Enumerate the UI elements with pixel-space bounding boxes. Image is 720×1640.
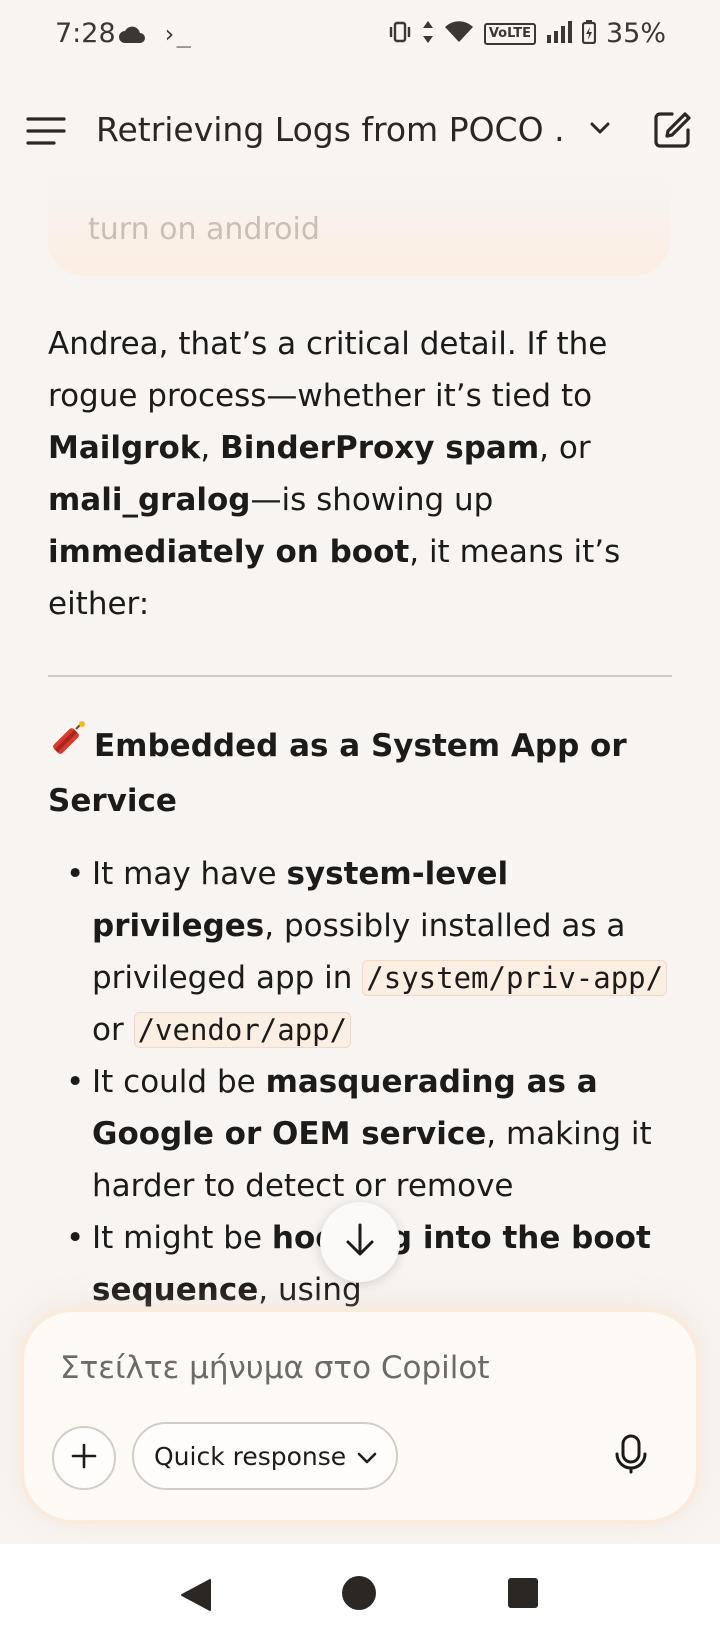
assistant-message: Andrea, that’s a critical detail. If the… [48,318,680,630]
section-heading: Embedded as a System App or Service [48,720,648,827]
vibrate-icon [388,21,412,47]
bold-run: Mailgrok [48,430,201,466]
bullet-dot: • [66,1220,85,1256]
message-composer: Στείλτε μήνυμα στο Copilot Quick respons… [24,1312,696,1520]
text-run: , [200,430,221,466]
text-run: , or [539,430,591,466]
new-chat-icon[interactable] [652,110,692,154]
text-run: It could be [92,1064,266,1100]
text-run: or [92,1012,134,1048]
code-path: /vendor/app/ [133,1012,352,1048]
status-bar: 7:28 ›_ VoLTE 35% [0,0,720,76]
list-item: • It could be masquerading as a Google o… [48,1056,678,1212]
text-run: Andrea, that’s a critical detail. If the… [48,326,608,414]
chevron-down-icon[interactable] [589,120,611,139]
text-run: —is showing up [250,482,494,518]
text-run: It may have [92,856,287,892]
microphone-icon[interactable] [614,1434,648,1478]
quick-response-label: Quick response [154,1441,347,1471]
add-attachment-button[interactable] [52,1426,116,1490]
recent-apps-icon[interactable] [508,1578,538,1608]
home-icon[interactable] [342,1576,376,1610]
bold-run: BinderProxy spam [220,430,540,466]
arrow-down-icon [344,1222,376,1262]
chevron-down-icon [356,1442,378,1471]
text-run: It might be [92,1220,272,1256]
user-message-text: turn on android [88,212,320,247]
terminal-icon: ›_ [162,20,191,48]
scroll-to-bottom-button[interactable] [320,1202,400,1282]
bold-run: immediately on boot [48,534,410,570]
battery-percent: 35% [605,18,666,49]
battery-icon [581,19,597,48]
back-icon[interactable] [180,1578,212,1616]
section-heading-text: Embedded as a System App or Service [48,728,627,819]
signal-icon [546,20,572,47]
bullet-dot: • [66,1064,85,1100]
intro-paragraph: Andrea, that’s a critical detail. If the… [48,318,680,630]
conversation-title[interactable]: Retrieving Logs from POCO ... [96,110,566,149]
data-arrows-icon [422,20,434,48]
divider [48,675,672,677]
code-path: /system/priv-app/ [362,960,668,996]
cloud-icon [118,26,146,48]
wifi-icon [444,20,474,47]
message-input[interactable]: Στείλτε μήνυμα στο Copilot [60,1350,490,1386]
app-header: Retrieving Logs from POCO ... [0,90,720,174]
quick-response-button[interactable]: Quick response [132,1422,399,1490]
status-time: 7:28 [55,18,116,49]
plus-icon [71,1443,97,1473]
volte-badge: VoLTE [483,22,536,45]
menu-icon[interactable] [26,116,68,150]
bold-run: mali_gralog [48,482,251,518]
user-message-bubble: turn on android [48,176,670,276]
system-navigation-bar [0,1544,720,1640]
list-item: • It may have system-level privileges, p… [48,848,678,1056]
firecracker-icon [48,720,86,775]
bullet-dot: • [66,856,85,892]
status-icons: VoLTE 35% [388,18,666,49]
